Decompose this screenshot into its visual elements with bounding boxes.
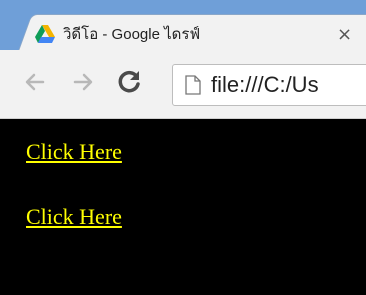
tab-content[interactable]: วิดีโอ - Google ไดรฟ์ <box>35 20 200 48</box>
browser-toolbar: file:///C:/Us <box>0 50 366 119</box>
address-bar[interactable]: file:///C:/Us <box>172 64 366 106</box>
close-tab-button[interactable]: × <box>337 24 352 45</box>
click-here-link-1[interactable]: Click Here <box>26 139 122 165</box>
tab-title: วิดีโอ - Google ไดรฟ์ <box>63 26 201 43</box>
reload-icon <box>118 70 140 93</box>
back-button[interactable] <box>18 65 52 99</box>
url-text[interactable]: file:///C:/Us <box>211 72 319 98</box>
page-icon <box>185 75 201 95</box>
google-drive-icon <box>35 25 55 43</box>
forward-arrow-icon <box>73 73 93 91</box>
page-content: Click Here Click Here <box>0 119 366 295</box>
back-arrow-icon <box>25 73 45 91</box>
forward-button[interactable] <box>66 65 100 99</box>
title-bar: วิดีโอ - Google ไดรฟ์ × <box>0 0 366 51</box>
click-here-link-2[interactable]: Click Here <box>26 204 122 230</box>
reload-button[interactable] <box>113 65 147 99</box>
